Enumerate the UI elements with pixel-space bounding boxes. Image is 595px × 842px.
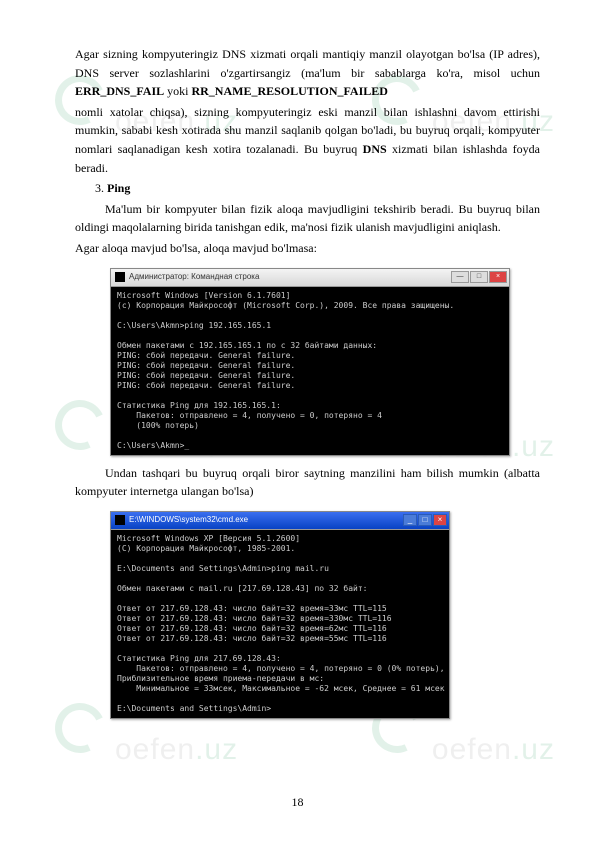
terminal-window-2: E:\WINDOWS\system32\cmd.exe _ □ × Micros… <box>110 511 450 719</box>
list-title: Ping <box>107 181 130 195</box>
error-code: ERR_DNS_FAIL <box>75 84 164 98</box>
error-code: RR_NAME_RESOLUTION_FAILED <box>191 84 387 98</box>
body-text: yoki <box>164 84 191 98</box>
window-controls: _ □ × <box>403 514 447 526</box>
maximize-button[interactable]: □ <box>470 271 488 283</box>
paragraph: nomli xatolar chiqsa), sizning kompyuter… <box>75 103 540 177</box>
titlebar: E:\WINDOWS\system32\cmd.exe _ □ × <box>111 512 449 530</box>
paragraph: Agar aloqa mavjud bo'lsa, aloqa mavjud b… <box>75 239 540 258</box>
cmd-icon <box>115 272 125 282</box>
cmd-icon <box>115 515 125 525</box>
paragraph: Ma'lum bir kompyuter bilan fizik aloqa m… <box>75 200 540 237</box>
body-text: Agar sizning kompyuteringiz DNS xizmati … <box>75 47 540 80</box>
dns-term: DNS <box>363 142 387 156</box>
paragraph: Undan tashqari bu buyruq orqali biror sa… <box>75 464 540 501</box>
minimize-button[interactable]: — <box>451 271 469 283</box>
page-number: 18 <box>0 795 595 810</box>
window-title: E:\WINDOWS\system32\cmd.exe <box>129 514 248 526</box>
list-number: 3. <box>95 181 107 195</box>
list-item: 3. Ping <box>75 179 540 198</box>
terminal-output: Microsoft Windows [Version 6.1.7601] (c)… <box>111 287 509 455</box>
minimize-button[interactable]: _ <box>403 514 417 526</box>
terminal-window-1: Администратор: Командная строка — □ × Mi… <box>110 268 510 456</box>
window-title: Администратор: Командная строка <box>129 271 259 283</box>
document-content: Agar sizning kompyuteringiz DNS xizmati … <box>0 0 595 757</box>
close-button[interactable]: × <box>489 271 507 283</box>
maximize-button[interactable]: □ <box>418 514 432 526</box>
close-button[interactable]: × <box>433 514 447 526</box>
paragraph: Agar sizning kompyuteringiz DNS xizmati … <box>75 45 540 101</box>
window-controls: — □ × <box>451 271 507 283</box>
titlebar: Администратор: Командная строка — □ × <box>111 269 509 287</box>
terminal-output: Microsoft Windows XP [Версия 5.1.2600] (… <box>111 530 449 718</box>
